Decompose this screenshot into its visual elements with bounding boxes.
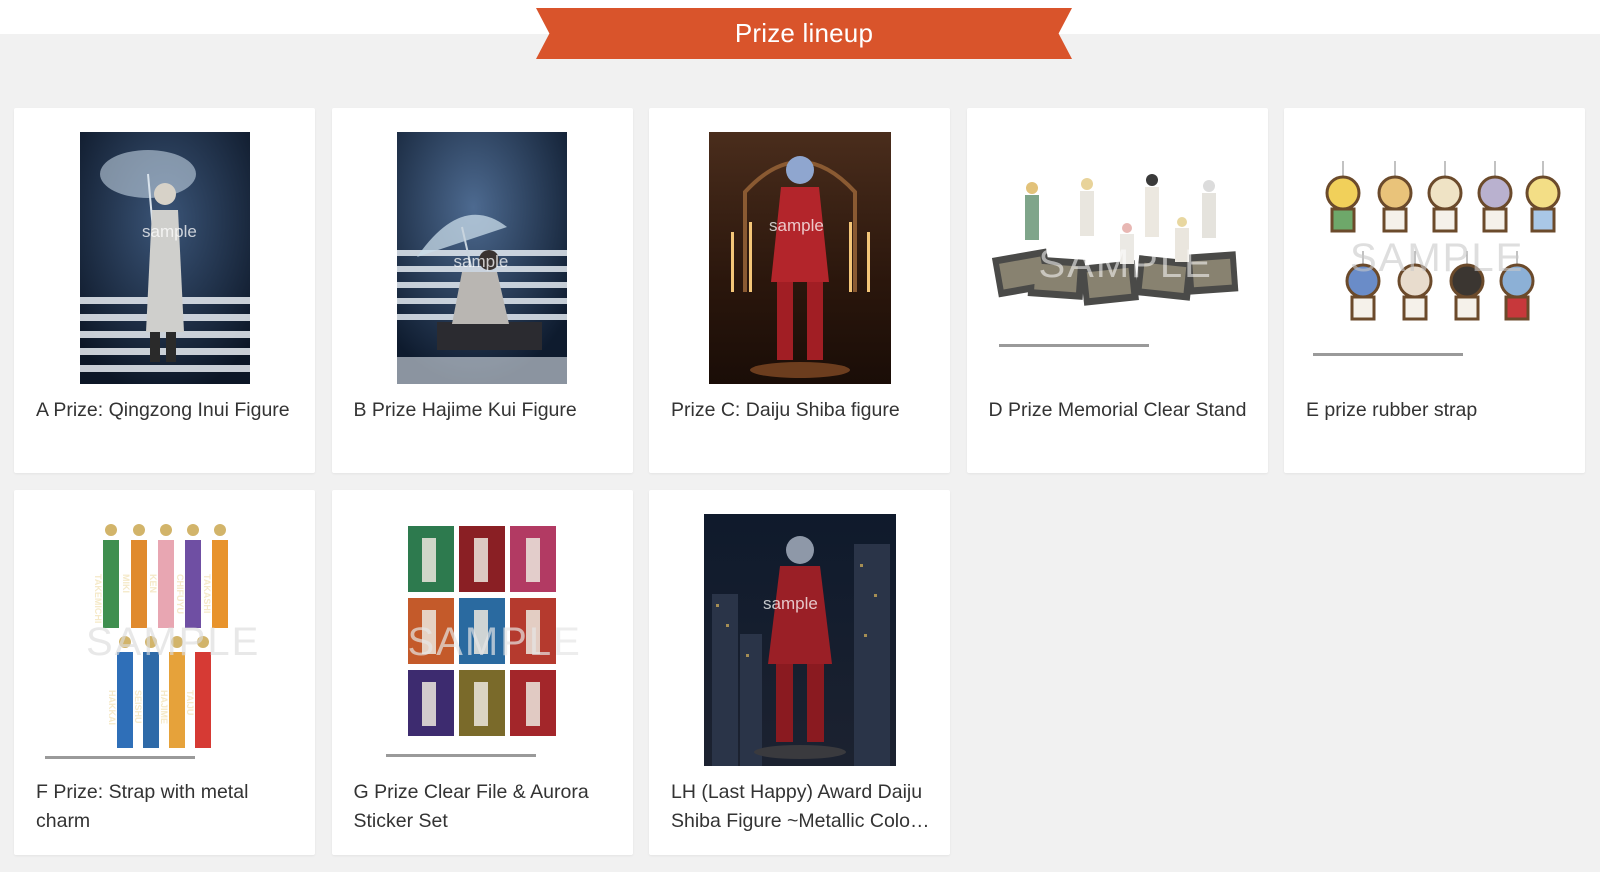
sample-watermark: SAMPLE <box>86 620 261 664</box>
prize-image-b: sample <box>332 130 633 386</box>
prize-image-e: SAMPLE <box>1284 130 1585 386</box>
prize-title: G Prize Clear File & Aurora Sticker Set <box>353 781 589 832</box>
prize-card-g[interactable]: SAMPLE G Prize Clear File & Aurora Stick… <box>331 490 633 855</box>
strap-name: CHIFUYU <box>175 574 185 614</box>
strap-name: HAJIME <box>159 690 169 725</box>
prize-card-d[interactable]: SAMPLE D Prize Memorial Clear Stand <box>966 108 1268 473</box>
prize-title: Prize C: Daiju Shiba figure <box>671 399 900 421</box>
prize-image-c: sample <box>649 130 950 386</box>
prize-card-a[interactable]: sample A Prize: Qingzong Inui Figure <box>14 108 315 473</box>
prize-card-f[interactable]: TAKEMICHI MIKI KEN CHIFUYU TAKASHI HAKKA… <box>14 490 315 855</box>
sample-watermark: sample <box>763 594 818 613</box>
banner-title: Prize lineup <box>734 18 874 48</box>
prize-title: E prize rubber strap <box>1306 399 1478 421</box>
sample-watermark: SAMPLE <box>407 620 582 664</box>
prize-image-d: SAMPLE <box>967 130 1268 386</box>
prize-card-b[interactable]: sample B Prize Hajime Kui Figure <box>331 108 633 473</box>
sample-watermark: SAMPLE <box>1038 242 1213 286</box>
prize-card-lh[interactable]: sample LH (Last Happy) Award Daiju Shiba… <box>649 490 950 855</box>
prize-title: A Prize: Qingzong Inui Figure <box>36 399 290 421</box>
strap-name: SEISHU <box>133 690 143 724</box>
prize-card-c[interactable]: sample Prize C: Daiju Shiba figure <box>649 108 950 473</box>
sample-watermark: sample <box>453 252 509 271</box>
strap-name: TAKASHI <box>202 574 212 614</box>
prize-card-e[interactable]: SAMPLE E prize rubber strap <box>1284 108 1585 473</box>
sample-watermark: sample <box>142 222 197 241</box>
prize-image-g: SAMPLE <box>332 512 633 768</box>
prize-title: D Prize Memorial Clear Stand <box>988 399 1247 421</box>
strap-name: TAIJU <box>185 690 195 716</box>
prize-image-a: sample <box>14 130 315 386</box>
sample-watermark: sample <box>769 216 824 235</box>
prize-image-f: TAKEMICHI MIKI KEN CHIFUYU TAKASHI HAKKA… <box>14 512 315 768</box>
prize-title: B Prize Hajime Kui Figure <box>353 399 577 421</box>
prize-lineup-banner: Prize lineup <box>536 8 1072 59</box>
prize-title: F Prize: Strap with metal charm <box>36 781 249 832</box>
sample-watermark: SAMPLE <box>1350 236 1525 280</box>
prize-grid: sample A Prize: Qingzong Inui Figure sam… <box>14 108 1585 855</box>
strap-name: TAKEMICHI <box>93 574 103 624</box>
prize-title: LH (Last Happy) Award Daiju Shiba Figure… <box>671 781 923 832</box>
prize-image-lh: sample <box>649 512 950 768</box>
strap-name: KEN <box>148 574 158 594</box>
strap-name: HAKKAI <box>107 690 117 725</box>
strap-name: MIKI <box>121 574 131 593</box>
